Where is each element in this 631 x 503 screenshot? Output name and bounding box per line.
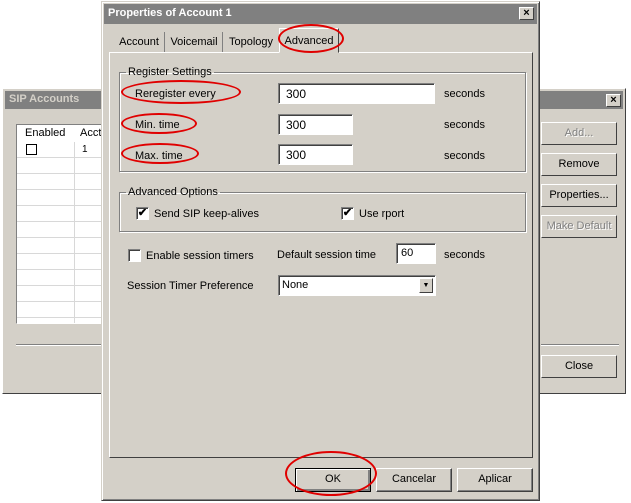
session-timers-checkbox[interactable] <box>128 249 141 262</box>
min-time-label: Min. time <box>135 119 180 131</box>
tab-voicemail[interactable]: Voicemail <box>166 32 223 53</box>
tab-advanced[interactable]: Advanced <box>279 28 339 53</box>
reregister-unit: seconds <box>444 88 485 100</box>
close-button[interactable]: Close <box>541 355 617 378</box>
advanced-tab-panel: Register Settings Reregister every 300 s… <box>109 52 533 458</box>
properties-button[interactable]: Properties... <box>541 184 617 207</box>
close-icon[interactable]: × <box>606 94 621 107</box>
rport-label[interactable]: Use rport <box>359 208 404 220</box>
acct-number: 1 <box>82 144 88 155</box>
tab-account[interactable]: Account <box>114 32 165 53</box>
enabled-checkbox[interactable] <box>26 144 37 155</box>
reregister-input[interactable]: 300 <box>278 83 435 104</box>
min-time-unit: seconds <box>444 119 485 131</box>
add-button[interactable]: Add... <box>541 122 617 145</box>
session-timer-preference-value: None <box>282 279 309 291</box>
min-time-input[interactable]: 300 <box>278 114 353 135</box>
apply-button[interactable]: Aplicar <box>457 468 533 492</box>
rport-checkbox[interactable]: ✔ <box>341 207 354 220</box>
keepalive-checkbox[interactable]: ✔ <box>136 207 149 220</box>
keepalive-label[interactable]: Send SIP keep-alives <box>154 208 259 220</box>
column-header-acct[interactable]: Acct <box>80 127 101 139</box>
separator <box>541 344 619 346</box>
default-session-time-input[interactable]: 60 <box>396 243 436 264</box>
column-header-enabled[interactable]: Enabled <box>25 127 65 139</box>
session-timer-preference-label: Session Timer Preference <box>127 280 254 292</box>
max-time-input[interactable]: 300 <box>278 144 353 165</box>
dialog-titlebar[interactable]: Properties of Account 1 × <box>104 4 537 24</box>
default-session-time-label: Default session time <box>277 249 377 261</box>
tab-topology[interactable]: Topology <box>224 32 278 53</box>
ok-button[interactable]: OK <box>295 468 371 492</box>
session-timer-preference-select[interactable]: None ▼ <box>278 275 436 296</box>
max-time-unit: seconds <box>444 150 485 162</box>
advanced-options-legend: Advanced Options <box>128 186 218 198</box>
separator <box>16 344 106 346</box>
cancel-button[interactable]: Cancelar <box>376 468 452 492</box>
default-session-time-unit: seconds <box>444 249 485 261</box>
dialog-title: Properties of Account 1 <box>108 7 232 19</box>
remove-button[interactable]: Remove <box>541 153 617 176</box>
make-default-button[interactable]: Make Default <box>541 215 617 238</box>
reregister-label: Reregister every <box>135 88 216 100</box>
max-time-label: Max. time <box>135 150 183 162</box>
register-settings-legend: Register Settings <box>128 66 212 78</box>
session-timers-label[interactable]: Enable session timers <box>146 250 254 262</box>
chevron-down-icon[interactable]: ▼ <box>419 278 433 293</box>
close-icon[interactable]: × <box>519 7 534 20</box>
account-properties-dialog: Properties of Account 1 × Account Voicem… <box>101 1 540 501</box>
sip-accounts-title: SIP Accounts <box>9 93 80 105</box>
